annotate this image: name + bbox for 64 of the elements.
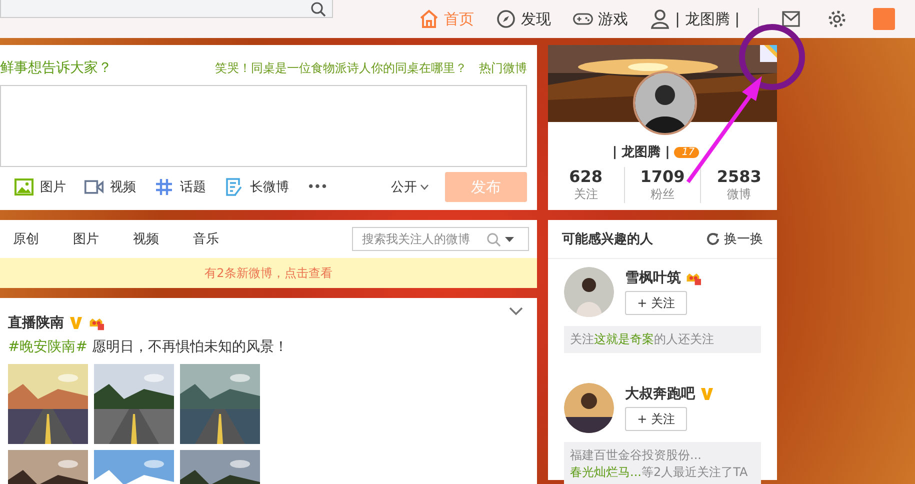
composer-tool[interactable]: 话题 <box>154 177 206 197</box>
nav-item[interactable]: 发现 <box>496 9 551 29</box>
nav-item[interactable]: | 龙图腾 | <box>650 9 740 29</box>
stat-count[interactable]: 2583 <box>716 167 762 186</box>
tool-label: 图片 <box>40 179 66 196</box>
post-input-field[interactable] <box>0 85 527 167</box>
video-camera-icon <box>84 177 104 197</box>
composer-tool[interactable]: 视频 <box>84 177 136 197</box>
user-name[interactable]: 大叔奔跑吧 <box>625 385 695 403</box>
dropdown-caret-icon <box>505 236 514 242</box>
home-icon <box>419 9 439 29</box>
chevron-down-icon <box>420 184 429 190</box>
nav-label: 发现 <box>521 10 551 28</box>
chevron-down-icon[interactable] <box>509 306 523 316</box>
stat-count[interactable]: 1709 <box>640 167 685 186</box>
refresh-icon <box>706 232 720 246</box>
suggestions-title: 可能感兴趣的人 <box>562 230 653 248</box>
nav-label: 游戏 <box>598 10 628 28</box>
follow-button[interactable]: + 关注 <box>625 407 687 431</box>
nav-label: 首页 <box>444 10 474 28</box>
visibility-dropdown[interactable]: 公开 <box>391 178 429 196</box>
feed-search-field[interactable]: 搜索我关注人的微博 <box>352 227 529 251</box>
avatar[interactable] <box>633 71 697 135</box>
author-name[interactable]: 直播陕南 <box>8 314 64 332</box>
document-edit-icon <box>224 177 244 197</box>
avatar[interactable] <box>564 383 614 433</box>
composer-tool[interactable]: 长微博 <box>224 177 289 197</box>
settings-icon[interactable] <box>826 9 847 29</box>
refresh-link[interactable]: 换一换 <box>706 230 763 248</box>
stat-count[interactable]: 628 <box>569 167 603 186</box>
stat-label[interactable]: 微博 <box>727 186 752 203</box>
avatar[interactable] <box>564 267 614 317</box>
tool-label: 长微博 <box>250 179 289 196</box>
tool-label: 话题 <box>180 179 206 196</box>
more-button[interactable]: ••• <box>307 180 328 194</box>
follow-reason: 关注这就是奇案的人还关注 <box>564 326 761 353</box>
composer-prompt: 鲜事想告诉大家？ <box>0 59 112 77</box>
feed-tab[interactable]: 视频 <box>116 230 176 248</box>
nav-label: | 龙图腾 | <box>675 10 740 28</box>
compass-icon <box>496 9 516 29</box>
follow-reason: 福建百世金谷投资股份... 春光灿烂马...等2人最近关注了TA <box>564 442 761 484</box>
visibility-label: 公开 <box>391 179 417 196</box>
stat-label[interactable]: 粉丝 <box>650 186 674 203</box>
user-name[interactable]: 雪枫叶筑 <box>625 269 681 287</box>
feed-tab[interactable]: 音乐 <box>176 230 236 248</box>
image-icon <box>14 177 34 197</box>
stat-label[interactable]: 关注 <box>574 186 598 203</box>
refresh-label: 换一换 <box>724 231 763 248</box>
post-text: #晚安陕南# 愿明日，不再惧怕未知的风景！ <box>8 338 289 356</box>
nav-item[interactable]: 游戏 <box>573 9 628 29</box>
tool-label: 视频 <box>110 179 136 196</box>
hashtag-icon <box>154 177 174 197</box>
user-icon <box>650 9 670 29</box>
mail-icon[interactable] <box>780 9 801 29</box>
search-icon <box>310 0 326 16</box>
feed-tab[interactable]: 图片 <box>56 230 116 248</box>
search-icon <box>486 232 501 246</box>
level-badge: 17 <box>674 146 699 158</box>
feed-tab[interactable]: 原创 <box>0 230 56 248</box>
follow-button[interactable]: + 关注 <box>625 291 687 315</box>
profile-name[interactable]: | 龙图腾 | <box>612 143 670 161</box>
composer-tool[interactable]: 图片 <box>14 177 66 197</box>
annotation-circle <box>739 24 805 90</box>
search-field[interactable] <box>0 0 333 18</box>
